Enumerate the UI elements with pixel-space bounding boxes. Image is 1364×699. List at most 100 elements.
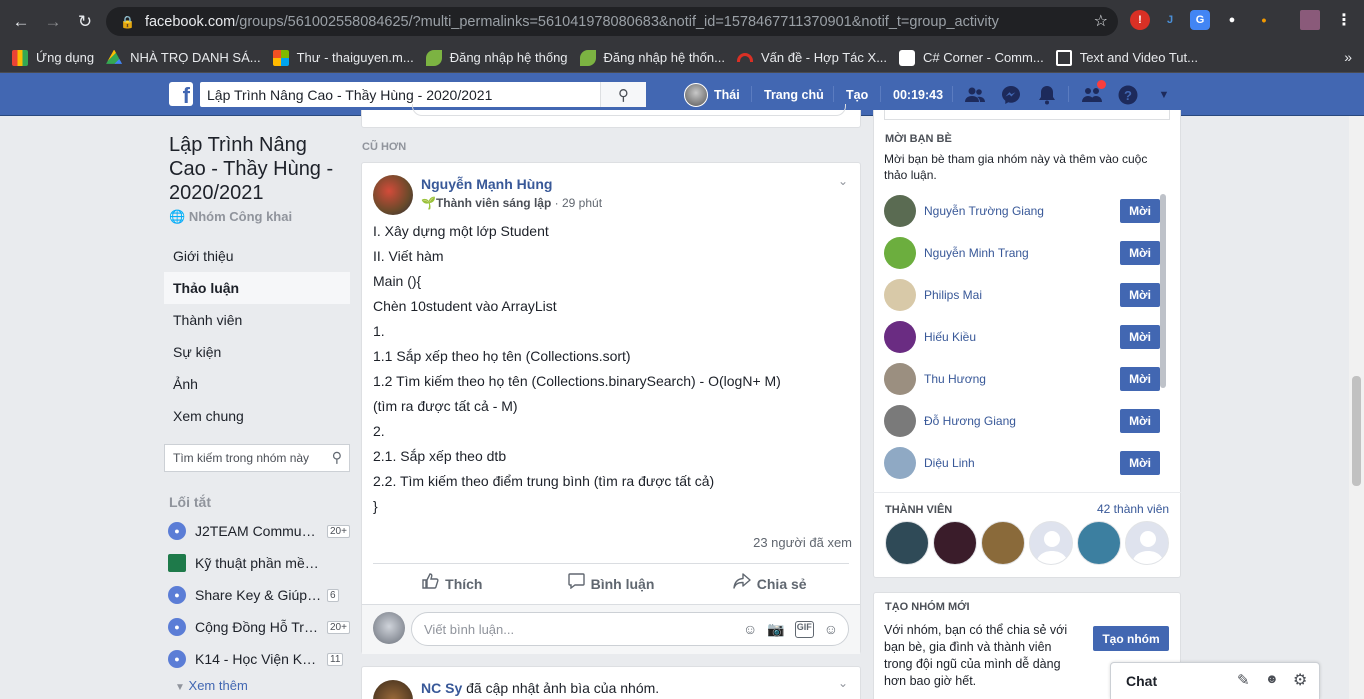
friend-name[interactable]: Đỗ Hương Giang [924, 414, 1120, 428]
page-scrollbar-thumb[interactable] [1352, 376, 1361, 486]
member-avatar[interactable] [1077, 521, 1121, 565]
shortcut-item[interactable]: ● K14 - Học Viện Kỹ T... 11 [165, 643, 350, 675]
bookmark-outlook[interactable]: Thư - thaiguyen.m... [272, 49, 414, 66]
post-options-chevron-icon[interactable]: ⌄ [838, 174, 848, 188]
post-line: } [373, 498, 378, 514]
next-post-options-chevron-icon[interactable]: ⌄ [838, 676, 848, 690]
extension-orange-icon[interactable]: • [1254, 10, 1274, 30]
friend-avatar[interactable] [884, 279, 916, 311]
group-chat-icon[interactable]: ☻ [1265, 671, 1279, 686]
bookmark-star-icon[interactable]: ☆ [1094, 11, 1108, 31]
post-author[interactable]: Nguyễn Mạnh Hùng [421, 176, 552, 192]
shortcut-item[interactable]: ● J2TEAM Community 20+ [165, 515, 350, 547]
friend-name[interactable]: Thu Hương [924, 372, 1120, 386]
search-icon[interactable]: ⚲ [332, 449, 342, 466]
emoji-icon[interactable]: ☺ [743, 621, 757, 638]
reload-icon[interactable]: ↻ [74, 11, 96, 33]
next-post-author[interactable]: NC Sy [421, 680, 462, 696]
create-group-button[interactable]: Tạo nhóm [1093, 626, 1169, 651]
comment-input[interactable] [412, 621, 712, 637]
see-more-link[interactable]: ▼ Xem thêm [175, 678, 248, 693]
share-button[interactable]: Chia sẻ [690, 564, 849, 603]
seen-by-count[interactable]: 23 người đã xem [753, 535, 852, 550]
group-search-input[interactable] [165, 451, 315, 465]
gif-icon[interactable]: GIF [794, 621, 814, 638]
invite-button[interactable]: Mời [1120, 409, 1160, 433]
bookmark-tutorials[interactable]: Text and Video Tut... [1055, 49, 1198, 66]
bookmark-login-1[interactable]: Đăng nhập hệ thống [425, 49, 568, 66]
friend-name[interactable]: Hiếu Kiều [924, 330, 1120, 344]
address-bar[interactable]: 🔒 facebook.com/groups/561002558084625/?m… [106, 7, 1118, 36]
notifications-bell-icon[interactable] [1036, 84, 1058, 106]
bookmark-label: Đăng nhập hệ thống [449, 50, 568, 65]
extension-globe-icon[interactable]: ● [1222, 10, 1242, 30]
shortcut-item[interactable]: ● Cộng Đồng Hỗ Trợ... 20+ [165, 611, 350, 643]
forward-arrow-icon[interactable]: → [42, 11, 64, 33]
back-arrow-icon[interactable]: ← [10, 11, 32, 33]
facebook-search-input[interactable] [200, 83, 600, 106]
nav-events[interactable]: Sự kiện [164, 336, 350, 368]
invite-button[interactable]: Mời [1120, 367, 1160, 391]
friend-name[interactable]: Philips Mai [924, 288, 1120, 302]
shortcut-item[interactable]: Kỹ thuật phần mềm MT... [165, 547, 350, 579]
nav-discussion[interactable]: Thảo luận [164, 272, 350, 304]
friend-suggestion: Diệu Linh Mời [884, 442, 1160, 484]
member-avatar[interactable] [885, 521, 929, 565]
members-count-link[interactable]: 42 thành viên [1097, 502, 1169, 516]
member-avatar[interactable] [1029, 521, 1073, 565]
invite-button[interactable]: Mời [1120, 241, 1160, 265]
my-avatar[interactable] [373, 612, 405, 644]
friend-name[interactable]: Nguyễn Minh Trang [924, 246, 1120, 260]
chat-settings-gear-icon[interactable]: ⚙ [1293, 670, 1307, 690]
older-posts-label: CŨ HƠN [362, 141, 407, 153]
friend-avatar[interactable] [884, 195, 916, 227]
invite-list-scrollbar[interactable] [1160, 194, 1166, 388]
friend-name[interactable]: Nguyễn Trường Giang [924, 204, 1120, 218]
bookmark-csharp[interactable]: C# Corner - Comm... [899, 49, 1044, 66]
browser-menu-icon[interactable]: ⋮ [1334, 10, 1354, 30]
bookmark-apps[interactable]: Ứng dụng [12, 49, 94, 66]
member-avatar[interactable] [1125, 521, 1169, 565]
invite-button[interactable]: Mời [1120, 451, 1160, 475]
friend-avatar[interactable] [884, 321, 916, 353]
camera-icon[interactable]: 📷 [767, 621, 784, 638]
messenger-icon[interactable] [1000, 84, 1022, 106]
shortcut-item[interactable]: ● Share Key & Giúp Kí... 6 [165, 579, 350, 611]
bookmark-login-2[interactable]: Đăng nhập hệ thốn... [579, 49, 725, 66]
invite-button[interactable]: Mời [1120, 325, 1160, 349]
comment-button[interactable]: Bình luận [532, 564, 691, 603]
author-avatar[interactable] [373, 175, 413, 215]
friend-requests-icon[interactable] [964, 84, 986, 106]
extension-j-icon[interactable]: J [1160, 10, 1180, 30]
friend-avatar[interactable] [884, 447, 916, 479]
like-label: Thích [445, 575, 483, 592]
extension-notification-icon[interactable]: ! [1130, 10, 1150, 30]
facebook-logo-icon[interactable]: f [169, 82, 193, 106]
account-menu-chevron-icon[interactable]: ▼ [1153, 84, 1175, 106]
friend-avatar[interactable] [884, 405, 916, 437]
nav-about[interactable]: Giới thiệu [164, 240, 350, 272]
bookmark-htx[interactable]: Vấn đề - Hợp Tác X... [736, 50, 887, 65]
compose-edit-icon[interactable]: ✎ [1237, 671, 1250, 689]
friend-avatar[interactable] [884, 363, 916, 395]
group-title[interactable]: Lập Trình Nâng Cao - Thầy Hùng - 2020/20… [169, 133, 349, 205]
invite-button[interactable]: Mời [1120, 283, 1160, 307]
bookmark-drive[interactable]: NHÀ TRỌ DANH SÁ... [106, 49, 261, 66]
help-icon[interactable]: ? [1117, 84, 1139, 106]
post-time[interactable]: 29 phút [562, 196, 602, 210]
chat-bar[interactable]: Chat ✎ ☻ ⚙ [1110, 662, 1320, 699]
friend-name[interactable]: Diệu Linh [924, 456, 1120, 470]
more-bookmarks-icon[interactable]: » [1344, 49, 1352, 65]
page-scrollbar[interactable] [1349, 116, 1364, 699]
member-avatar[interactable] [981, 521, 1025, 565]
nav-photos[interactable]: Ảnh [164, 368, 350, 400]
friend-avatar[interactable] [884, 237, 916, 269]
nav-members[interactable]: Thành viên [164, 304, 350, 336]
profile-avatar-icon[interactable] [1300, 10, 1320, 30]
like-button[interactable]: Thích [373, 564, 532, 603]
sticker-icon[interactable]: ☺ [824, 621, 838, 638]
nav-watch-party[interactable]: Xem chung [164, 400, 350, 432]
member-avatar[interactable] [933, 521, 977, 565]
translate-icon[interactable]: G [1190, 10, 1210, 30]
invite-button[interactable]: Mời [1120, 199, 1160, 223]
